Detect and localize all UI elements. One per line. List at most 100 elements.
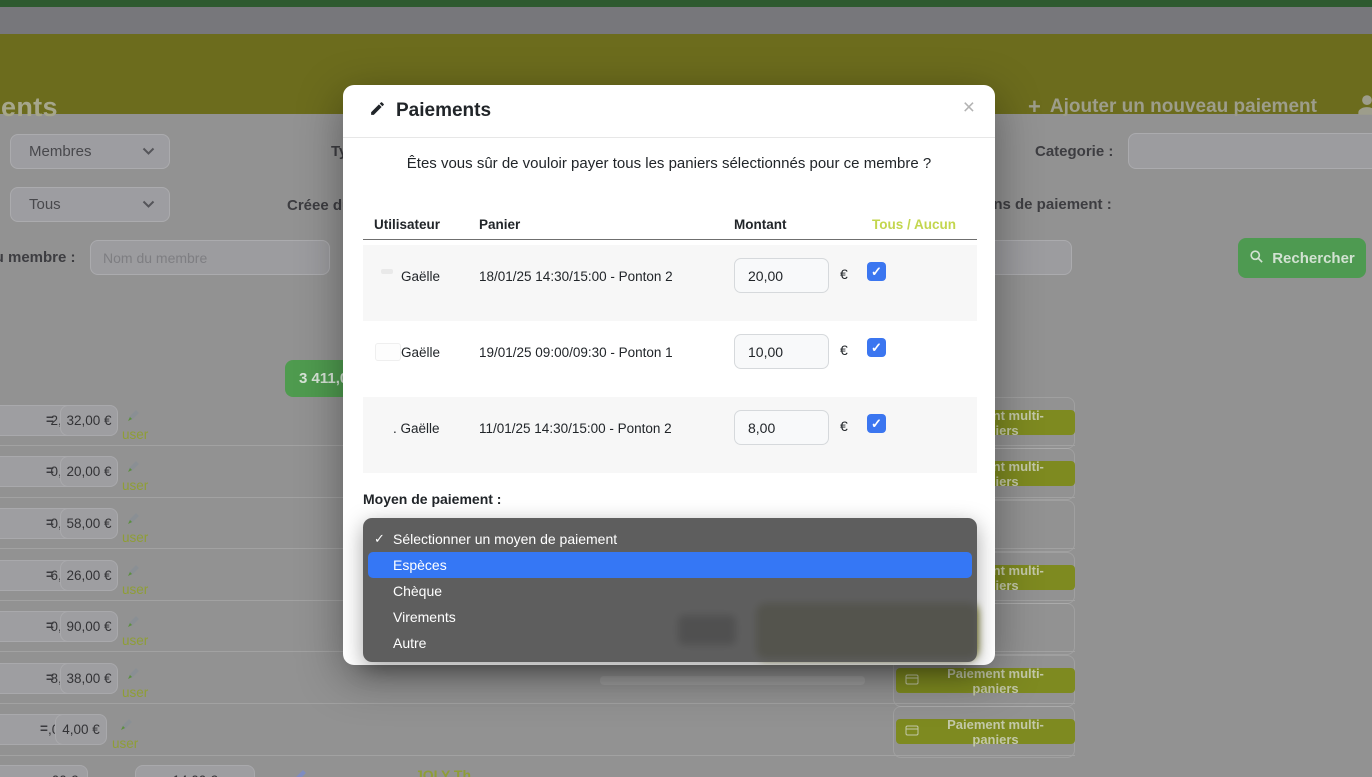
redacted-avatar bbox=[381, 269, 393, 274]
row-divider bbox=[0, 755, 1075, 756]
payment-method-label: Moyen de paiement : bbox=[363, 491, 501, 507]
top-green-strip bbox=[0, 0, 1372, 7]
confirmation-question: Êtes vous sûr de vouloir payer tous les … bbox=[343, 155, 995, 172]
member-name-input[interactable] bbox=[90, 240, 330, 275]
select-all-none-toggle[interactable]: Tous / Aucun bbox=[872, 217, 956, 232]
search-button[interactable]: Rechercher bbox=[1238, 238, 1366, 278]
equals-sign: = bbox=[46, 463, 54, 478]
basket-row: Gaëlle 19/01/25 09:00/09:30 - Ponton 1 €… bbox=[363, 321, 977, 397]
modal-title: Paiements bbox=[396, 100, 491, 122]
add-payment-label: Ajouter un nouveau paiement bbox=[1050, 96, 1317, 118]
search-button-label: Rechercher bbox=[1272, 250, 1355, 267]
members-select[interactable]: Membres bbox=[10, 134, 170, 169]
row-basket-label: 19/01/25 09:00/09:30 - Ponton 1 bbox=[479, 345, 673, 360]
amount-total-box[interactable]: 38,00 € bbox=[60, 663, 118, 694]
equals-sign: = bbox=[46, 515, 54, 530]
add-payment-button[interactable]: + Ajouter un nouveau paiement bbox=[1028, 94, 1317, 120]
chevron-down-icon bbox=[142, 143, 155, 160]
amount-total-box[interactable]: 58,00 € bbox=[60, 508, 118, 539]
card-icon bbox=[905, 724, 919, 739]
category-label: Categorie : bbox=[1035, 143, 1113, 160]
dropdown-option[interactable]: ✓ Sélectionner un moyen de paiement bbox=[363, 526, 977, 552]
column-header-user: Utilisateur bbox=[374, 217, 440, 232]
page-title: Paiements bbox=[0, 92, 58, 123]
amount-input[interactable] bbox=[734, 410, 829, 445]
modal-header: Paiements × bbox=[343, 85, 995, 138]
equals-sign: = bbox=[46, 567, 54, 582]
euro-sign: € bbox=[840, 418, 848, 434]
payment-method-dropdown: ✓ Sélectionner un moyen de paiement Espè… bbox=[363, 518, 977, 662]
user-link[interactable]: user bbox=[122, 530, 148, 545]
payments-modal: Paiements × Êtes vous sûr de vouloir pay… bbox=[343, 85, 995, 665]
column-header-amount: Montant bbox=[734, 217, 786, 232]
plus-icon: + bbox=[1028, 94, 1041, 120]
status-select[interactable]: Tous bbox=[10, 187, 170, 222]
edit-user-icon[interactable] bbox=[125, 457, 143, 480]
row-basket-label: 18/01/25 14:30/15:00 - Ponton 2 bbox=[479, 269, 673, 284]
redacted-text bbox=[600, 676, 865, 685]
redacted-avatar bbox=[375, 343, 401, 361]
user-link[interactable]: user bbox=[112, 736, 138, 751]
close-icon[interactable]: × bbox=[963, 97, 975, 118]
dropdown-option[interactable]: Autre bbox=[363, 630, 977, 656]
row-checkbox[interactable]: ✓ bbox=[867, 338, 886, 357]
multi-basket-payment-button[interactable]: Paiement multi-paniers bbox=[896, 719, 1075, 744]
status-select-value: Tous bbox=[29, 196, 61, 213]
user-link[interactable]: user bbox=[122, 427, 148, 442]
pencil-icon bbox=[369, 100, 386, 122]
multi-basket-payment-button[interactable]: Paiement multi-paniers bbox=[896, 668, 1075, 693]
amount-input[interactable] bbox=[734, 258, 829, 293]
member-name-label: Nom du membre : bbox=[0, 249, 76, 266]
search-icon bbox=[1249, 249, 1264, 268]
euro-sign: € bbox=[840, 266, 848, 282]
amount-input[interactable] bbox=[734, 334, 829, 369]
edit-user-icon[interactable] bbox=[125, 664, 143, 687]
members-select-value: Membres bbox=[29, 143, 92, 160]
amount-total-box[interactable]: 90,00 € bbox=[60, 611, 118, 642]
row-user-name: Gaëlle bbox=[401, 269, 440, 284]
row-divider bbox=[0, 703, 1075, 704]
edit-user-icon[interactable] bbox=[125, 406, 143, 429]
amount-paid-box[interactable]: ,00 € bbox=[0, 765, 88, 777]
amount-total-box[interactable]: 26,00 € bbox=[60, 560, 118, 591]
dropdown-option-selected[interactable]: Espèces bbox=[363, 552, 977, 578]
equals-sign: = bbox=[40, 721, 48, 736]
edit-user-icon[interactable] bbox=[118, 715, 136, 738]
edit-user-icon[interactable] bbox=[125, 561, 143, 584]
equals-sign: = bbox=[46, 618, 54, 633]
basket-row: Gaëlle 18/01/25 14:30/15:00 - Ponton 2 €… bbox=[363, 245, 977, 321]
euro-sign: € bbox=[840, 342, 848, 358]
category-input[interactable] bbox=[1128, 133, 1372, 169]
row-user-name: Gaëlle bbox=[401, 345, 440, 360]
member-name-link[interactable]: JOLY Th bbox=[415, 767, 471, 777]
equals-sign: = bbox=[46, 670, 54, 685]
amount-total-box[interactable]: 4,00 € bbox=[55, 714, 107, 745]
user-link[interactable]: user bbox=[122, 478, 148, 493]
user-link[interactable]: user bbox=[122, 633, 148, 648]
edit-user-icon[interactable] bbox=[292, 766, 310, 777]
edit-user-icon[interactable] bbox=[125, 612, 143, 635]
row-checkbox[interactable]: ✓ bbox=[867, 262, 886, 281]
dropdown-option[interactable]: Virements bbox=[363, 604, 977, 630]
check-icon: ✓ bbox=[374, 531, 385, 547]
created-from-label: Créee du bbox=[287, 197, 351, 214]
equals-sign: = bbox=[46, 412, 54, 427]
amount-total-box[interactable]: 14,00 € bbox=[135, 765, 255, 777]
table-row: 8,00 € = 38,00 € user Paiement multi-pan… bbox=[0, 658, 1075, 709]
payments-page: Paiements Config + Ajouter un nouveau pa… bbox=[0, 0, 1372, 777]
dropdown-option[interactable]: Chèque bbox=[363, 578, 977, 604]
column-header-basket: Panier bbox=[479, 217, 520, 232]
amount-total-box[interactable]: 20,00 € bbox=[60, 456, 118, 487]
amount-total-box[interactable]: 32,00 € bbox=[60, 405, 118, 436]
table-row: ,00 € 14,00 € JOLY Th bbox=[0, 760, 1075, 777]
browser-navbar bbox=[0, 7, 1372, 34]
user-link[interactable]: user bbox=[122, 582, 148, 597]
table-header-divider bbox=[363, 239, 977, 240]
user-icon[interactable] bbox=[1354, 92, 1372, 123]
table-row: ,00 € = 4,00 € user Paiement multi-panie… bbox=[0, 709, 1075, 760]
row-basket-label: 11/01/25 14:30/15:00 - Ponton 2 bbox=[479, 421, 672, 436]
user-link[interactable]: user bbox=[122, 685, 148, 700]
row-checkbox[interactable]: ✓ bbox=[867, 414, 886, 433]
edit-user-icon[interactable] bbox=[125, 509, 143, 532]
chevron-down-icon bbox=[142, 196, 155, 213]
